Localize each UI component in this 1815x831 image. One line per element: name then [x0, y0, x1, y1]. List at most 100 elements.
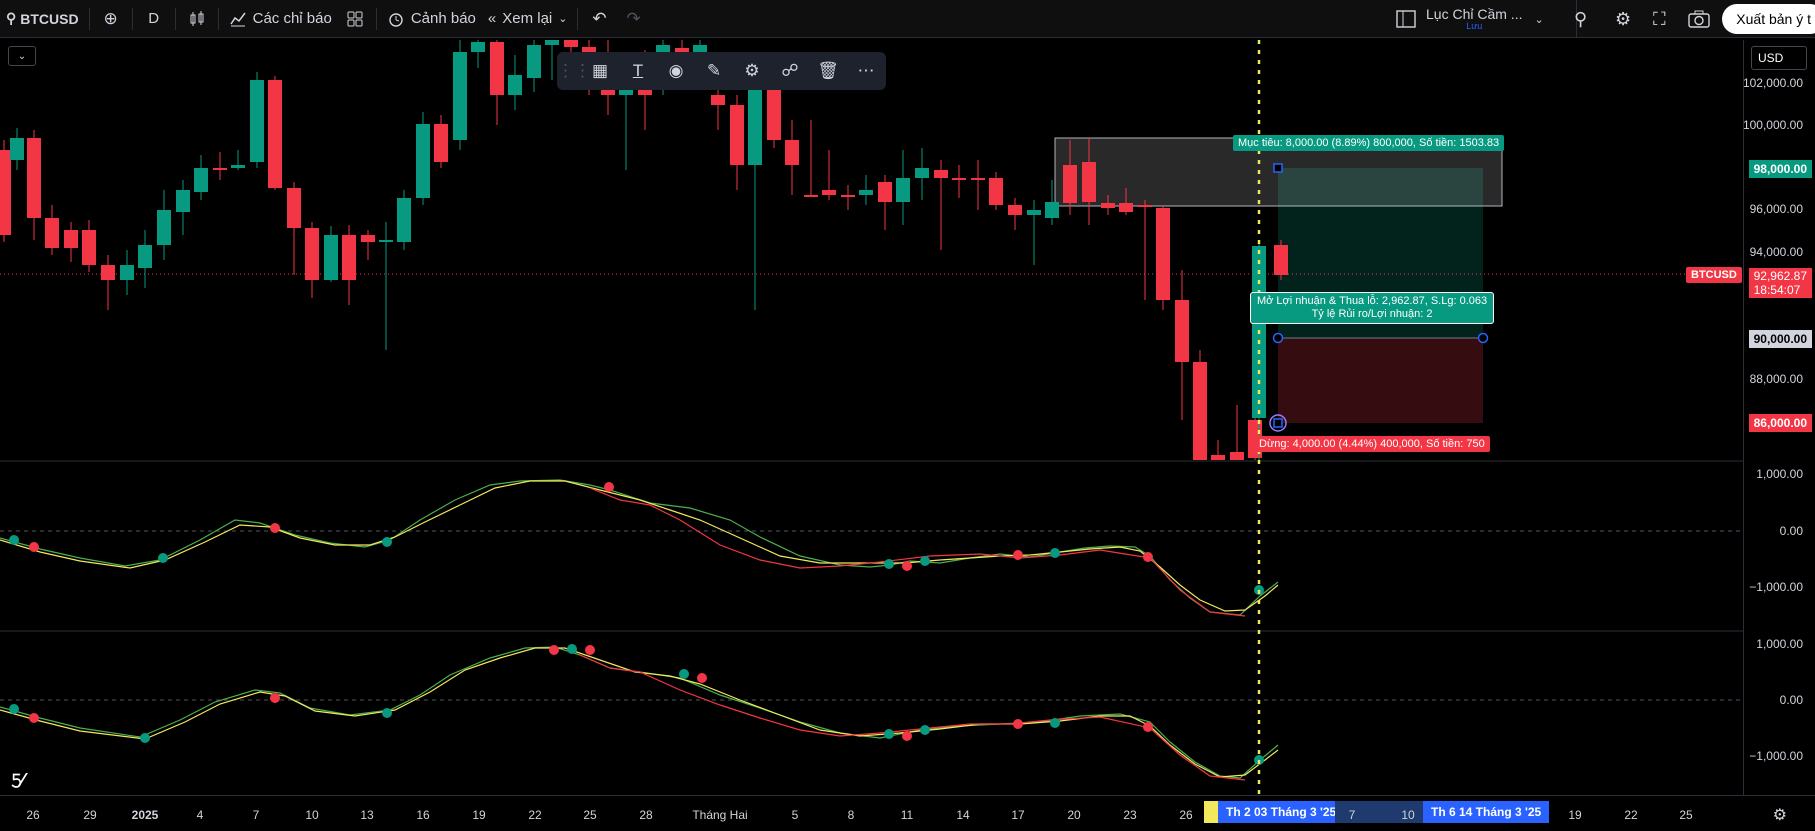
zoom-button[interactable]: ⚲	[1574, 0, 1587, 38]
pnl-label[interactable]: Mở Lợi nhuận & Thua lỗ: 2,962.87, S.Lg: …	[1250, 292, 1495, 324]
signal-dot	[920, 725, 930, 735]
tradingview-logo[interactable]: 𝟻⁄	[10, 770, 24, 793]
candle-body	[1175, 300, 1189, 362]
drag-handle-icon[interactable]: ⋮⋮	[557, 52, 591, 90]
target-label[interactable]: Mục tiêu: 8,000.00 (8.89%) 800,000, Số t…	[1233, 135, 1505, 151]
interval-button[interactable]: D	[137, 0, 171, 38]
layout-name-button[interactable]: Lục Chỉ Cầm ... Lưu ⌄	[1426, 0, 1544, 38]
price-label: 100,000.00	[1742, 118, 1803, 132]
line-color-icon[interactable]: ✎	[695, 52, 733, 90]
candle-body	[859, 190, 873, 195]
zoom-icon: ⚲	[1574, 8, 1588, 29]
more-icon[interactable]: ⋯	[847, 52, 885, 90]
template-icon[interactable]: ▦	[581, 52, 619, 90]
currency-selector[interactable]: USD	[1751, 46, 1807, 70]
fullscreen-icon: ⛶	[1653, 8, 1666, 29]
time-label: 25	[583, 808, 597, 822]
layout-icon	[1396, 10, 1416, 28]
publish-button[interactable]: Xuất bản ý t	[1722, 4, 1815, 34]
signal-dot	[902, 561, 912, 571]
signal-dots	[9, 482, 1264, 765]
candle-body	[785, 140, 799, 165]
signal-dot	[1143, 552, 1153, 562]
time-axis[interactable]: 26 29 2025 4 7 10 13 16 19 22 25 28 Thán…	[0, 795, 1815, 831]
candle-body	[1119, 203, 1133, 212]
divider	[217, 7, 219, 30]
date-tag-start: Th 2 03 Tháng 3 '25	[1218, 801, 1345, 823]
stop-handle[interactable]	[1273, 418, 1283, 428]
price-chart[interactable]	[0, 40, 1815, 831]
layout-name: Lục Chỉ Cầm ...	[1426, 6, 1523, 22]
candle-body	[138, 245, 152, 268]
candle-body	[0, 150, 11, 235]
text-icon[interactable]: T	[619, 52, 657, 90]
entry-handle-left[interactable]	[1272, 332, 1284, 344]
candle-body	[1274, 245, 1288, 275]
chart-type-button[interactable]	[180, 0, 214, 38]
time-label: 13	[360, 808, 374, 822]
stop-label[interactable]: Dừng: 4,000.00 (4.44%) 400,000, Số tiền:…	[1254, 436, 1490, 452]
chevron-down-icon: ⌄	[17, 50, 27, 62]
candle-body	[453, 52, 467, 140]
signal-dot	[270, 523, 280, 533]
rewind-icon: «	[487, 10, 497, 27]
target-handle[interactable]	[1273, 163, 1283, 173]
indicators-button[interactable]: Các chỉ báo	[223, 0, 338, 38]
replay-button[interactable]: « Xem lại ⌄	[482, 0, 574, 38]
time-label: 5	[791, 808, 799, 822]
fullscreen-button[interactable]: ⛶	[1653, 0, 1666, 38]
price-axis[interactable]: 102,000.00 100,000.00 98,000.00 96,000.0…	[1743, 40, 1815, 795]
stop-zone[interactable]	[1278, 338, 1483, 423]
gear-icon: ⚙	[1615, 8, 1632, 29]
entry-handle-right[interactable]	[1477, 332, 1489, 344]
plus-circle-icon: ⊕	[103, 8, 118, 28]
time-label: 23	[1123, 808, 1137, 822]
candle-body	[231, 165, 245, 168]
settings-icon[interactable]: ⚙	[733, 52, 771, 90]
time-label: 7	[1348, 808, 1356, 822]
trash-icon[interactable]: 🗑	[809, 52, 847, 90]
collapse-button[interactable]: ⌄	[8, 46, 36, 66]
candle-body	[1193, 362, 1207, 460]
pnl-text: Mở Lợi nhuận & Thua lỗ: 2,962.87, S.Lg: …	[1257, 295, 1488, 307]
current-price-tag: 92,962.87 18:54:07	[1748, 268, 1812, 298]
candle-body	[508, 75, 522, 95]
signal-dot	[920, 556, 930, 566]
time-label: 26	[1179, 808, 1193, 822]
signal-dot	[9, 535, 19, 545]
candlestick-series	[0, 40, 1288, 460]
signal-dot	[1050, 548, 1060, 558]
screenshot-button[interactable]	[1688, 0, 1710, 38]
gear-icon[interactable]: ⚙	[1773, 805, 1787, 825]
candle-body	[305, 228, 319, 280]
layout-save-status: Lưu	[1466, 21, 1483, 31]
bar-countdown: 18:54:07	[1753, 283, 1801, 297]
time-label: 22	[528, 808, 542, 822]
time-label: 2025	[131, 808, 159, 822]
indicators-icon	[229, 12, 246, 26]
templates-button[interactable]	[338, 0, 372, 38]
redo-button[interactable]: ↷	[616, 0, 650, 38]
candle-body	[1211, 455, 1225, 460]
time-label: 17	[1011, 808, 1025, 822]
time-label: 22	[1624, 808, 1638, 822]
symbol-price-tag: BTCUSD	[1686, 267, 1742, 283]
candle-body	[434, 124, 448, 162]
undo-button[interactable]: ↶	[582, 0, 616, 38]
symbol-search[interactable]: ⚲ BTCUSD	[0, 0, 85, 38]
candle-body	[841, 195, 855, 197]
redo-icon: ↷	[626, 8, 641, 28]
time-label: 10	[305, 808, 319, 822]
layout-button[interactable]	[1396, 0, 1416, 38]
alerts-button[interactable]: Cảnh báo	[381, 0, 482, 38]
candle-body	[157, 210, 171, 245]
settings-button[interactable]: ⚙	[1615, 0, 1631, 38]
candle-body	[934, 170, 948, 178]
lock-icon[interactable]: ☍	[771, 52, 809, 90]
signal-dot	[1013, 719, 1023, 729]
search-icon: ⚲	[6, 10, 17, 26]
current-price: 92,962.87	[1753, 269, 1807, 283]
compare-button[interactable]: ⊕	[94, 0, 128, 38]
fill-icon[interactable]: ◉	[657, 52, 695, 90]
candles-icon	[190, 10, 204, 26]
